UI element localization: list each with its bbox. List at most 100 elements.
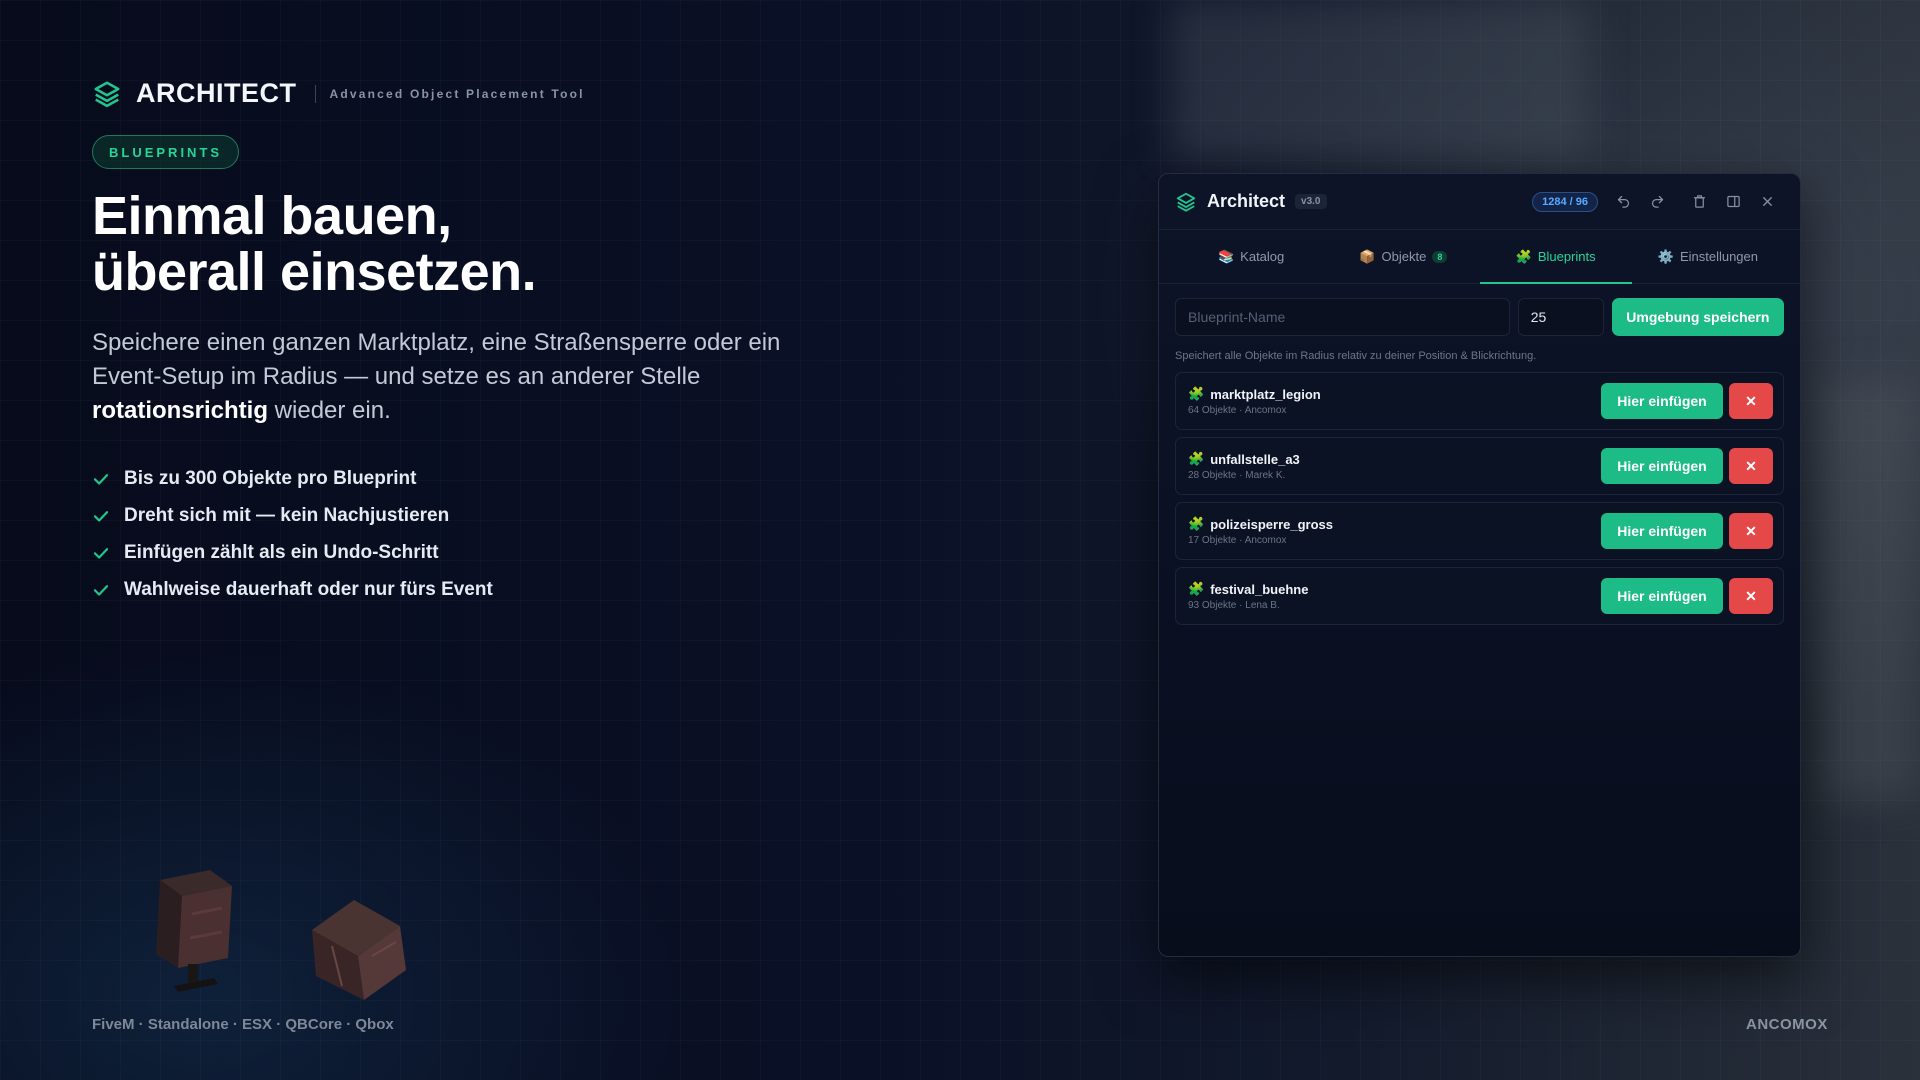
check-icon xyxy=(93,510,109,522)
lead-bold: rotationsrichtig xyxy=(92,397,269,424)
blueprint-name: 🧩 unfallstelle_a3 xyxy=(1188,451,1601,467)
tab-objekte[interactable]: 📦 Objekte 8 xyxy=(1327,230,1479,283)
tab-label: Blueprints xyxy=(1537,249,1596,264)
radius-input[interactable] xyxy=(1517,298,1604,336)
tab-label: Einstellungen xyxy=(1679,249,1758,264)
books-icon: 📚 xyxy=(1217,248,1235,264)
blueprint-list: 🧩 marktplatz_legion 64 Objekte · Ancomox … xyxy=(1175,372,1784,625)
feature-item: Einfügen zählt als ein Undo-Schritt xyxy=(92,534,493,571)
blueprints-panel: Umgebung speichern Speichert alle Objekt… xyxy=(1159,284,1800,625)
brand-title: ARCHITECT xyxy=(136,78,297,108)
window-title: Architect xyxy=(1207,191,1286,211)
redo-icon xyxy=(1651,195,1663,208)
headline: Einmal bauen, überall einsetzen. xyxy=(92,186,537,302)
puzzle-icon: 🧩 xyxy=(1188,451,1205,466)
blueprint-meta: 93 Objekte · Lena B. xyxy=(1188,600,1280,611)
feature-text: Dreht sich mit — kein Nachjustieren xyxy=(124,504,450,526)
blueprint-item: 🧩 unfallstelle_a3 28 Objekte · Marek K. H… xyxy=(1175,437,1784,495)
package-icon: 📦 xyxy=(1359,248,1376,264)
insert-here-button[interactable]: Hier einfügen xyxy=(1601,578,1723,614)
blueprint-name-input[interactable] xyxy=(1175,298,1510,336)
background-scenery xyxy=(1820,380,1920,800)
feature-item: Bis zu 300 Objekte pro Blueprint xyxy=(92,460,493,497)
close-button[interactable] xyxy=(1750,190,1784,214)
feature-text: Bis zu 300 Objekte pro Blueprint xyxy=(124,467,417,489)
author-label: ANCOMOX xyxy=(1746,1016,1828,1033)
tab-einstellungen[interactable]: ⚙️ Einstellungen xyxy=(1632,230,1784,283)
brand-subtitle: Advanced Object Placement Tool xyxy=(329,86,585,101)
feature-text: Einfügen zählt als ein Undo-Schritt xyxy=(124,541,439,563)
background-scenery xyxy=(1170,0,1590,160)
undo-button[interactable] xyxy=(1606,190,1640,214)
crate-illustration xyxy=(312,900,406,1000)
blueprint-meta: 64 Objekte · Ancomox xyxy=(1188,405,1287,416)
delete-all-button[interactable] xyxy=(1682,190,1716,214)
headline-line-2: überall einsetzen. xyxy=(92,242,537,302)
lead-text-2: wieder ein. xyxy=(268,397,391,424)
blueprint-meta: 28 Objekte · Marek K. xyxy=(1188,470,1286,481)
insert-here-button[interactable]: Hier einfügen xyxy=(1601,448,1723,484)
undo-icon xyxy=(1617,195,1629,208)
object-counter-badge: 1284 / 96 xyxy=(1532,191,1598,212)
tab-label: Katalog xyxy=(1240,249,1285,264)
blueprint-item: 🧩 festival_buehne 93 Objekte · Lena B. Hi… xyxy=(1175,567,1784,625)
insert-here-button[interactable]: Hier einfügen xyxy=(1601,513,1723,549)
delete-blueprint-button[interactable]: ✕ xyxy=(1729,448,1773,484)
headline-line-1: Einmal bauen, xyxy=(92,186,452,246)
puzzle-icon: 🧩 xyxy=(1188,386,1205,401)
blueprint-info: 🧩 unfallstelle_a3 28 Objekte · Marek K. xyxy=(1188,451,1601,481)
redo-button[interactable] xyxy=(1640,190,1674,214)
section-pill: BLUEPRINTS xyxy=(92,135,240,169)
insert-here-button[interactable]: Hier einfügen xyxy=(1601,383,1723,419)
delete-blueprint-button[interactable]: ✕ xyxy=(1729,578,1773,614)
blueprint-name-text: festival_buehne xyxy=(1210,581,1309,597)
blueprint-name-text: polizeisperre_gross xyxy=(1210,516,1334,532)
architect-window: Architect v3.0 1284 / 96 📚 Katalog 📦 Obj… xyxy=(1158,173,1801,957)
blueprint-item: 🧩 polizeisperre_gross 17 Objekte · Ancomo… xyxy=(1175,502,1784,560)
check-icon xyxy=(93,473,109,485)
version-badge: v3.0 xyxy=(1295,194,1327,209)
stack-layers-icon xyxy=(1176,192,1196,212)
tab-blueprints[interactable]: 🧩 Blueprints xyxy=(1479,230,1633,284)
feature-text: Wahlweise dauerhaft oder nur fürs Event xyxy=(124,578,493,600)
blueprint-name: 🧩 polizeisperre_gross xyxy=(1188,516,1601,532)
puzzle-icon: 🧩 xyxy=(1188,516,1205,531)
blueprint-meta: 17 Objekte · Ancomox xyxy=(1188,535,1287,546)
split-view-icon xyxy=(1726,195,1740,208)
puzzle-icon: 🧩 xyxy=(1515,248,1532,264)
window-titlebar: Architect v3.0 1284 / 96 xyxy=(1159,174,1800,230)
save-form: Umgebung speichern xyxy=(1175,298,1784,336)
blueprint-name-text: marktplatz_legion xyxy=(1210,386,1321,402)
tab-bar: 📚 Katalog 📦 Objekte 8 🧩 Blueprints ⚙️ Ei… xyxy=(1159,230,1800,284)
blueprint-item: 🧩 marktplatz_legion 64 Objekte · Ancomox … xyxy=(1175,372,1784,430)
blueprint-name: 🧩 marktplatz_legion xyxy=(1188,386,1601,402)
save-environment-button[interactable]: Umgebung speichern xyxy=(1611,298,1784,336)
split-view-button[interactable] xyxy=(1716,190,1750,214)
puzzle-icon: 🧩 xyxy=(1188,581,1205,596)
tab-katalog[interactable]: 📚 Katalog xyxy=(1175,230,1327,283)
brand-header: ARCHITECT Advanced Object Placement Tool xyxy=(92,78,585,109)
save-hint: Speichert alle Objekte im Radius relativ… xyxy=(1175,350,1537,362)
feature-item: Wahlweise dauerhaft oder nur fürs Event xyxy=(92,571,493,608)
feature-list: Bis zu 300 Objekte pro Blueprint Dreht s… xyxy=(92,460,493,608)
blueprint-name-text: unfallstelle_a3 xyxy=(1210,451,1300,467)
blueprint-info: 🧩 polizeisperre_gross 17 Objekte · Ancomo… xyxy=(1188,516,1601,546)
lead-paragraph: Speichere einen ganzen Marktplatz, eine … xyxy=(92,326,832,428)
trash-icon xyxy=(1693,195,1705,208)
delete-blueprint-button[interactable]: ✕ xyxy=(1729,513,1773,549)
crate-illustration xyxy=(156,870,232,992)
blueprint-name: 🧩 festival_buehne xyxy=(1188,581,1601,597)
delete-blueprint-button[interactable]: ✕ xyxy=(1729,383,1773,419)
object-count-badge: 8 xyxy=(1432,250,1448,263)
lead-text-1: Speichere einen ganzen Marktplatz, eine … xyxy=(92,329,781,390)
blueprint-info: 🧩 marktplatz_legion 64 Objekte · Ancomox xyxy=(1188,386,1601,416)
blueprint-info: 🧩 festival_buehne 93 Objekte · Lena B. xyxy=(1188,581,1601,611)
stack-layers-icon xyxy=(94,81,120,107)
close-icon xyxy=(1762,197,1772,206)
platform-list: FiveM · Standalone · ESX · QBCore · Qbox xyxy=(92,1016,394,1033)
tab-label: Objekte xyxy=(1381,249,1427,264)
gear-icon: ⚙️ xyxy=(1657,248,1674,264)
check-icon xyxy=(93,584,109,596)
brand-divider xyxy=(314,84,316,103)
check-icon xyxy=(93,547,109,559)
